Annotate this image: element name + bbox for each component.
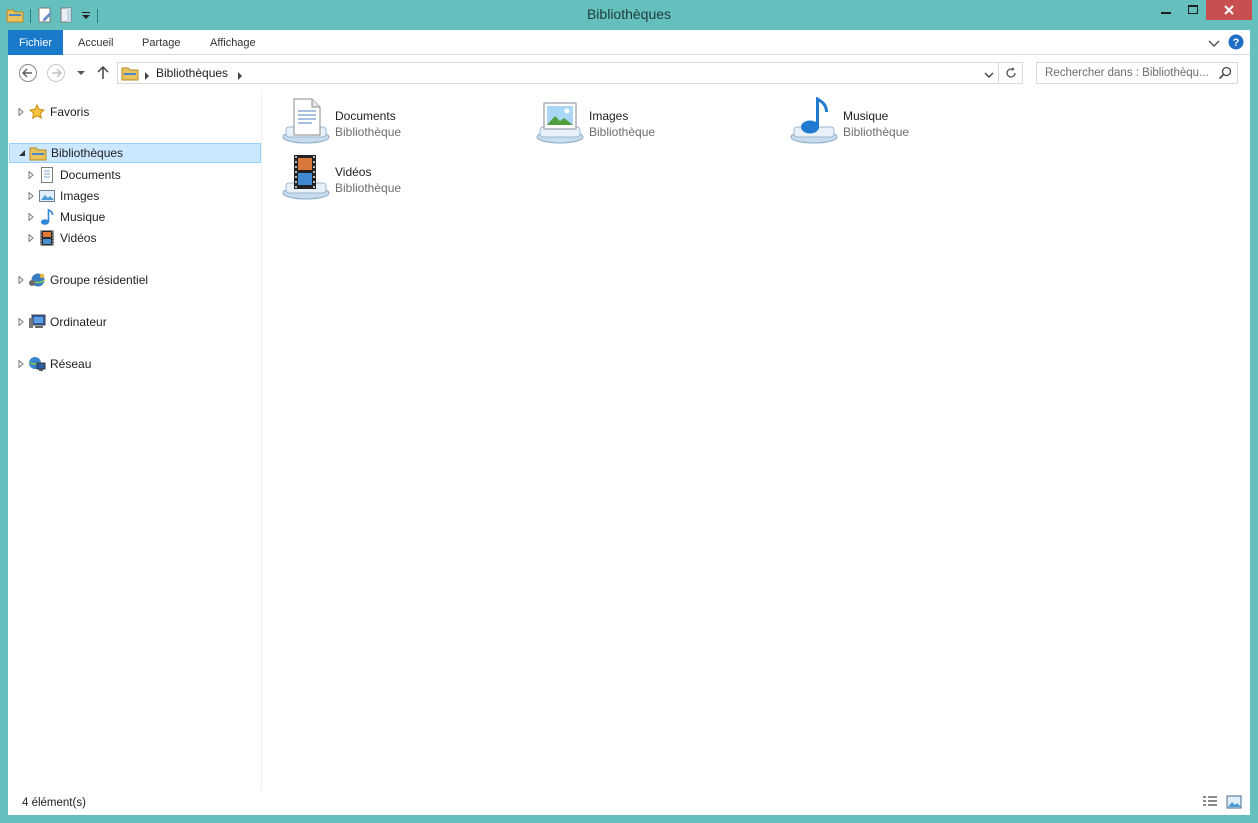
tree-item-label: Musique <box>60 210 106 224</box>
library-type: Bibliothèque <box>335 125 402 139</box>
expand-arrow-icon[interactable] <box>16 317 26 327</box>
tree-item-label: Bibliothèques <box>51 146 124 160</box>
tab-accueil[interactable]: Accueil <box>64 30 127 55</box>
tab-partage[interactable]: Partage <box>128 30 195 55</box>
expand-arrow-icon[interactable] <box>16 275 26 285</box>
navigation-pane: Favoris Bibliothèques Documents Images M… <box>8 91 262 791</box>
tree-item-label: Réseau <box>50 357 92 371</box>
tree-item-label: Groupe résidentiel <box>50 273 149 287</box>
explorer-content: Favoris Bibliothèques Documents Images M… <box>8 91 1250 791</box>
expand-arrow-icon[interactable] <box>16 107 26 117</box>
close-button[interactable] <box>1206 0 1252 20</box>
library-tile-videos[interactable]: Vidéos Bibliothèque <box>270 147 510 201</box>
tree-item-images[interactable]: Images <box>26 186 99 206</box>
breadcrumb-arrow-icon[interactable] <box>237 69 243 83</box>
tree-item-videos[interactable]: Vidéos <box>26 228 96 248</box>
libraries-icon <box>121 65 139 84</box>
tree-item-musique[interactable]: Musique <box>26 207 105 227</box>
breadcrumb[interactable]: Bibliothèques <box>156 66 228 80</box>
expand-arrow-icon[interactable] <box>26 170 36 180</box>
back-button[interactable] <box>18 63 38 83</box>
item-count: 4 élément(s) <box>22 797 86 809</box>
expand-arrow-icon[interactable] <box>26 233 36 243</box>
tree-item-favoris[interactable]: Favoris <box>16 102 89 122</box>
tree-item-ordinateur[interactable]: Ordinateur <box>16 312 107 332</box>
minimize-button[interactable] <box>1152 0 1179 20</box>
navigation-bar: Bibliothèques Rechercher dans : Biblioth… <box>8 55 1250 91</box>
details-view-icon[interactable] <box>1202 795 1218 812</box>
library-name: Musique <box>843 109 889 123</box>
libraries-icon <box>29 145 47 161</box>
expand-arrow-icon[interactable] <box>26 191 36 201</box>
videos-icon <box>38 230 56 246</box>
collapse-arrow-icon[interactable] <box>17 148 27 158</box>
expand-ribbon-icon[interactable] <box>1208 37 1220 51</box>
library-type: Bibliothèque <box>335 181 402 195</box>
music-library-icon <box>788 96 840 145</box>
address-bar[interactable]: Bibliothèques <box>117 62 1023 84</box>
tree-item-label: Images <box>60 189 100 203</box>
tree-item-label: Vidéos <box>60 231 97 245</box>
chevron-down-icon[interactable] <box>984 68 994 82</box>
documents-icon <box>38 167 56 183</box>
library-tile-documents[interactable]: Documents Bibliothèque <box>270 91 510 145</box>
tab-affichage[interactable]: Affichage <box>196 30 270 55</box>
address-divider <box>998 63 999 83</box>
large-icons-view-icon[interactable] <box>1226 795 1242 812</box>
ribbon-options: ? <box>1208 34 1244 53</box>
library-tile-images[interactable]: Images Bibliothèque <box>524 91 764 145</box>
maximize-button[interactable] <box>1179 0 1206 20</box>
star-icon <box>28 104 46 120</box>
window-controls <box>1152 0 1252 20</box>
computer-icon <box>28 314 46 330</box>
tree-item-label: Documents <box>60 168 121 182</box>
tree-item-label: Ordinateur <box>50 315 107 329</box>
refresh-icon[interactable] <box>1004 66 1018 83</box>
tree-item-documents[interactable]: Documents <box>26 165 121 185</box>
search-icon[interactable] <box>1218 66 1232 83</box>
status-bar: 4 élément(s) <box>8 791 1250 815</box>
expand-arrow-icon[interactable] <box>26 212 36 222</box>
library-name: Images <box>589 109 629 123</box>
library-type: Bibliothèque <box>589 125 656 139</box>
help-icon[interactable]: ? <box>1228 34 1244 53</box>
breadcrumb-arrow-icon[interactable] <box>144 69 150 83</box>
window-title: Bibliothèques <box>586 6 672 22</box>
homegroup-icon <box>28 272 46 288</box>
tree-item-bibliotheques[interactable]: Bibliothèques <box>9 143 261 163</box>
expand-arrow-icon[interactable] <box>16 359 26 369</box>
view-switcher <box>1202 795 1242 812</box>
library-name: Documents <box>335 109 396 123</box>
forward-button[interactable] <box>46 63 66 83</box>
tree-item-groupe-residentiel[interactable]: Groupe résidentiel <box>16 270 148 290</box>
tree-item-label: Favoris <box>50 105 90 119</box>
tab-fichier[interactable]: Fichier <box>8 30 63 55</box>
library-tile-musique[interactable]: Musique Bibliothèque <box>778 91 1018 145</box>
network-icon <box>28 356 46 372</box>
library-name: Vidéos <box>335 165 372 179</box>
documents-library-icon <box>280 97 332 145</box>
ribbon-tabs: Fichier Accueil Partage Affichage ? <box>8 30 1250 55</box>
images-icon <box>38 188 56 204</box>
library-type: Bibliothèque <box>843 125 910 139</box>
library-items-view: Documents Bibliothèque Images Bibliothèq… <box>270 91 1250 791</box>
tree-item-reseau[interactable]: Réseau <box>16 354 91 374</box>
up-button[interactable] <box>93 63 113 83</box>
videos-library-icon <box>280 153 332 201</box>
search-placeholder: Rechercher dans : Bibliothèqu... <box>1045 67 1209 79</box>
recent-locations-icon[interactable] <box>71 63 91 83</box>
images-library-icon <box>534 97 586 145</box>
svg-text:?: ? <box>1233 37 1240 49</box>
music-icon <box>38 209 56 225</box>
explorer-window: Bibliothèques Fichier Accueil Partage Af… <box>0 0 1258 823</box>
search-input[interactable]: Rechercher dans : Bibliothèqu... <box>1036 62 1238 84</box>
title-bar: Bibliothèques <box>0 0 1258 30</box>
